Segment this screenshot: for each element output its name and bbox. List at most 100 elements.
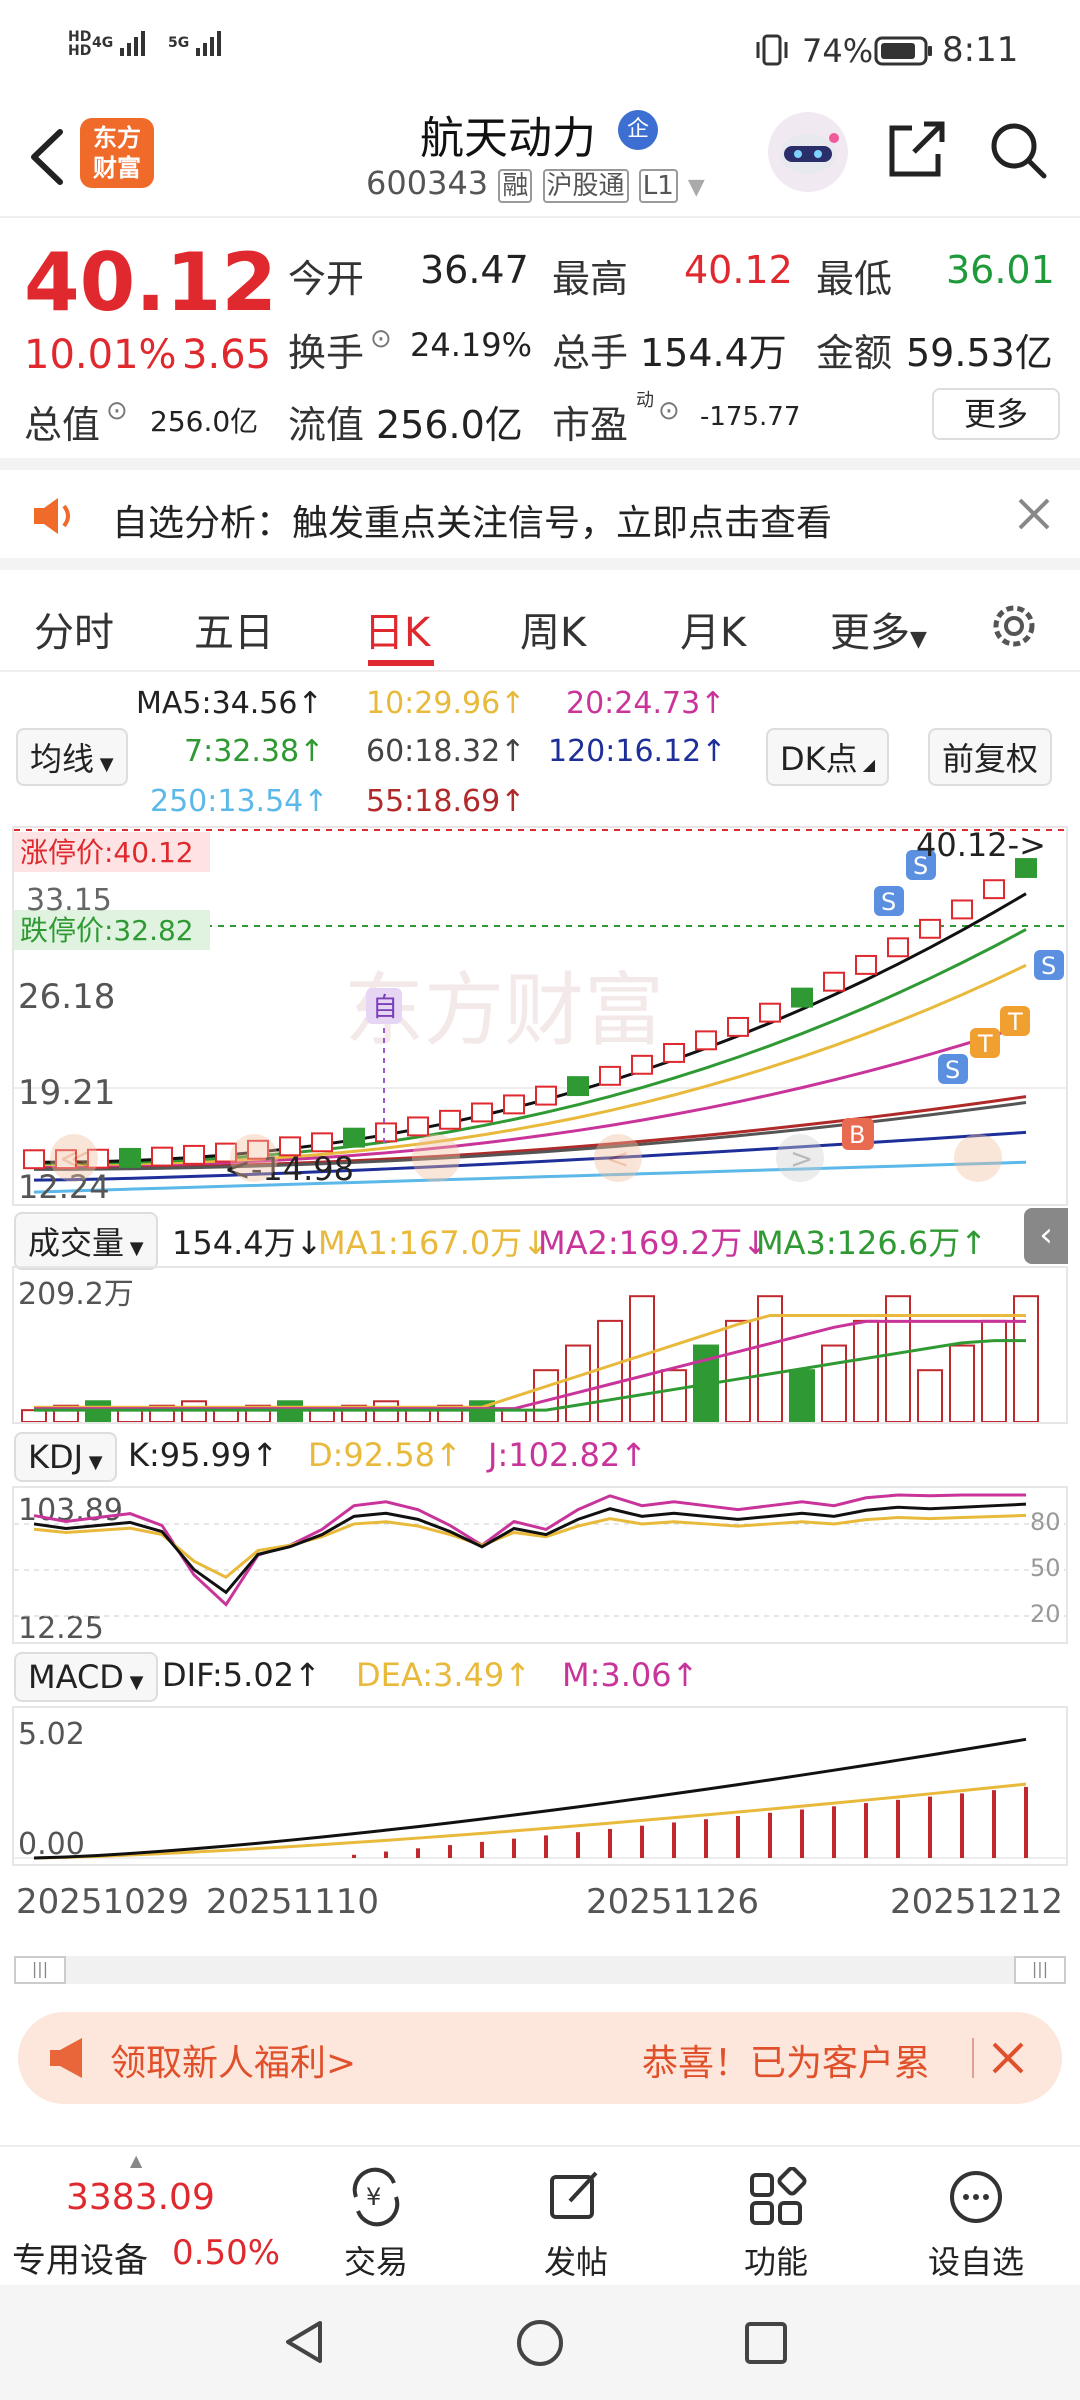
volume-chart[interactable]: 209.2万 [12, 1266, 1068, 1424]
macd-y-top: 5.02 [18, 1717, 85, 1752]
ma250-label: 250:13.54↑ [150, 784, 329, 819]
info-icon[interactable]: ⊙ [106, 396, 128, 426]
amount-value: 59.53亿 [906, 331, 1053, 375]
volume-y-top: 209.2万 [18, 1277, 134, 1312]
settings-gear-icon[interactable] [986, 598, 1042, 658]
battery-percent: 74% [802, 32, 874, 70]
candle [631, 1054, 653, 1075]
megaphone-icon [46, 2036, 96, 2084]
volume-selector[interactable]: 成交量 ▼ [14, 1212, 158, 1270]
volume-bar [597, 1319, 623, 1422]
adjust-button[interactable]: 前复权 [928, 728, 1053, 786]
macd-bar [672, 1822, 676, 1858]
tab-intraday[interactable]: 分时 [34, 600, 114, 658]
index-name[interactable]: 专用设备 [12, 2233, 148, 2282]
company-badge[interactable]: 企 [618, 110, 658, 150]
turnover-value: 24.19% [410, 326, 533, 364]
volume-bar [309, 1409, 335, 1422]
macd-bar [640, 1825, 644, 1858]
candle [119, 1147, 141, 1168]
volume-ma3: MA3:126.6万↑ [756, 1224, 988, 1262]
more-button[interactable]: 更多 [932, 388, 1060, 440]
ma120-label: 120:16.12↑ [548, 734, 727, 769]
add-watchlist-button[interactable]: 设自选 [906, 2167, 1046, 2283]
post-button[interactable]: 发帖 [506, 2167, 646, 2283]
date-label-2: 20251110 [206, 1882, 380, 1922]
t-signal-mark: T [1007, 1008, 1023, 1036]
app-logo[interactable]: 东方 财富 [80, 118, 154, 188]
share-icon[interactable] [884, 118, 948, 186]
candle [759, 1002, 781, 1023]
tab-weekly-k[interactable]: 周K [520, 600, 586, 658]
candle [855, 954, 877, 975]
float-label: 流值 [288, 403, 365, 447]
index-value[interactable]: 3383.09 [66, 2177, 215, 2218]
collapse-panel-button[interactable]: ‹ [1024, 1208, 1068, 1264]
volume-bar [917, 1369, 943, 1422]
speaker-icon [30, 494, 80, 542]
tab-monthly-k[interactable]: 月K [680, 600, 746, 658]
low-label: 最低 [816, 257, 893, 301]
home-nav-icon[interactable] [514, 2317, 566, 2373]
close-icon[interactable] [986, 2036, 1030, 2084]
buy-signal-mark: B [849, 1121, 865, 1149]
kdj-y-top: 103.89 [18, 1493, 123, 1528]
range-slider[interactable]: ||| ||| [14, 1956, 1066, 1984]
volume-bar [405, 1409, 431, 1422]
signal-1-icon: 4G [92, 28, 152, 58]
macd-selector[interactable]: MACD ▼ [14, 1652, 158, 1702]
pe-label[interactable]: 市盈 [552, 394, 628, 449]
candle [791, 987, 813, 1008]
info-icon[interactable]: ⊙ [370, 324, 392, 354]
range-handle-right[interactable]: ||| [1014, 1956, 1066, 1984]
macd-m: M:3.06↑ [562, 1656, 699, 1694]
sim-icons: HD HD [68, 29, 92, 59]
date-label-1: 20251029 [16, 1882, 190, 1922]
float-value: 256.0亿 [376, 403, 523, 447]
kdj-selector[interactable]: KDJ ▼ [14, 1432, 117, 1482]
open-label: 今开 [288, 257, 365, 301]
back-nav-icon[interactable] [280, 2317, 330, 2371]
tab-more[interactable]: 更多▼ [830, 600, 927, 658]
dropdown-icon: ▼ [687, 175, 705, 200]
back-button[interactable] [22, 122, 72, 196]
ma-selector[interactable]: 均线 ▼ [16, 728, 128, 786]
volume-bar [21, 1409, 47, 1422]
tab-five-day[interactable]: 五日 [194, 600, 274, 658]
y-label-4: 19.21 [18, 1073, 115, 1113]
candle [23, 1149, 45, 1170]
info-icon[interactable]: ⊙ [658, 396, 680, 426]
bottom-action-bar: ▲ 3383.09 专用设备 0.50% ¥ 交易 发帖 功能 设自选 [0, 2145, 1080, 2285]
macd-bar [864, 1803, 868, 1858]
promo-divider [972, 2038, 974, 2078]
notice-bar[interactable]: 自选分析：触发重点关注信号，立即点击查看 [0, 470, 1080, 570]
close-icon[interactable] [1014, 494, 1054, 538]
function-button[interactable]: 功能 [706, 2166, 846, 2283]
macd-bar [416, 1848, 420, 1858]
turnover-label[interactable]: 换手 [288, 322, 364, 377]
stock-code-row[interactable]: 600343 融 沪股通 L1 ▼ [366, 164, 705, 203]
search-icon[interactable] [986, 118, 1050, 186]
recents-nav-icon[interactable] [742, 2319, 790, 2371]
macd-bar [1024, 1786, 1028, 1858]
stock-code: 600343 [366, 164, 489, 202]
mcap-label[interactable]: 总值 [24, 394, 100, 449]
macd-bar [768, 1812, 772, 1858]
ma5-label: MA5:34.56↑ [136, 686, 323, 721]
candle [727, 1016, 749, 1037]
date-label-3: 20251126 [586, 1882, 760, 1922]
kdj-chart[interactable]: 103.89 12.25 80 50 20 [12, 1486, 1068, 1644]
index-change: 0.50% [172, 2233, 281, 2273]
low-value: 36.01 [946, 248, 1055, 292]
robot-assistant-icon[interactable] [768, 112, 848, 192]
sell-signal-mark: S [1041, 952, 1056, 980]
tab-daily-k[interactable]: 日K [364, 600, 430, 658]
macd-chart[interactable]: 5.02 0.00 [12, 1706, 1068, 1866]
y-label-2: 33.15 [26, 883, 112, 918]
range-handle-left[interactable]: ||| [14, 1956, 66, 1984]
dk-point-button[interactable]: DK点 ◢ [766, 728, 890, 786]
trade-button[interactable]: ¥ 交易 [306, 2167, 446, 2283]
stock-header: 东方 财富 航天动力 企 600343 融 沪股通 L1 ▼ [0, 100, 1080, 218]
kline-chart[interactable]: 东方财富 自 S S S S T T B 涨停价:40.12 跌停价:32.82… [12, 826, 1068, 1206]
promo-banner[interactable]: 领取新人福利> 恭喜！已为客户累 [18, 2012, 1062, 2104]
